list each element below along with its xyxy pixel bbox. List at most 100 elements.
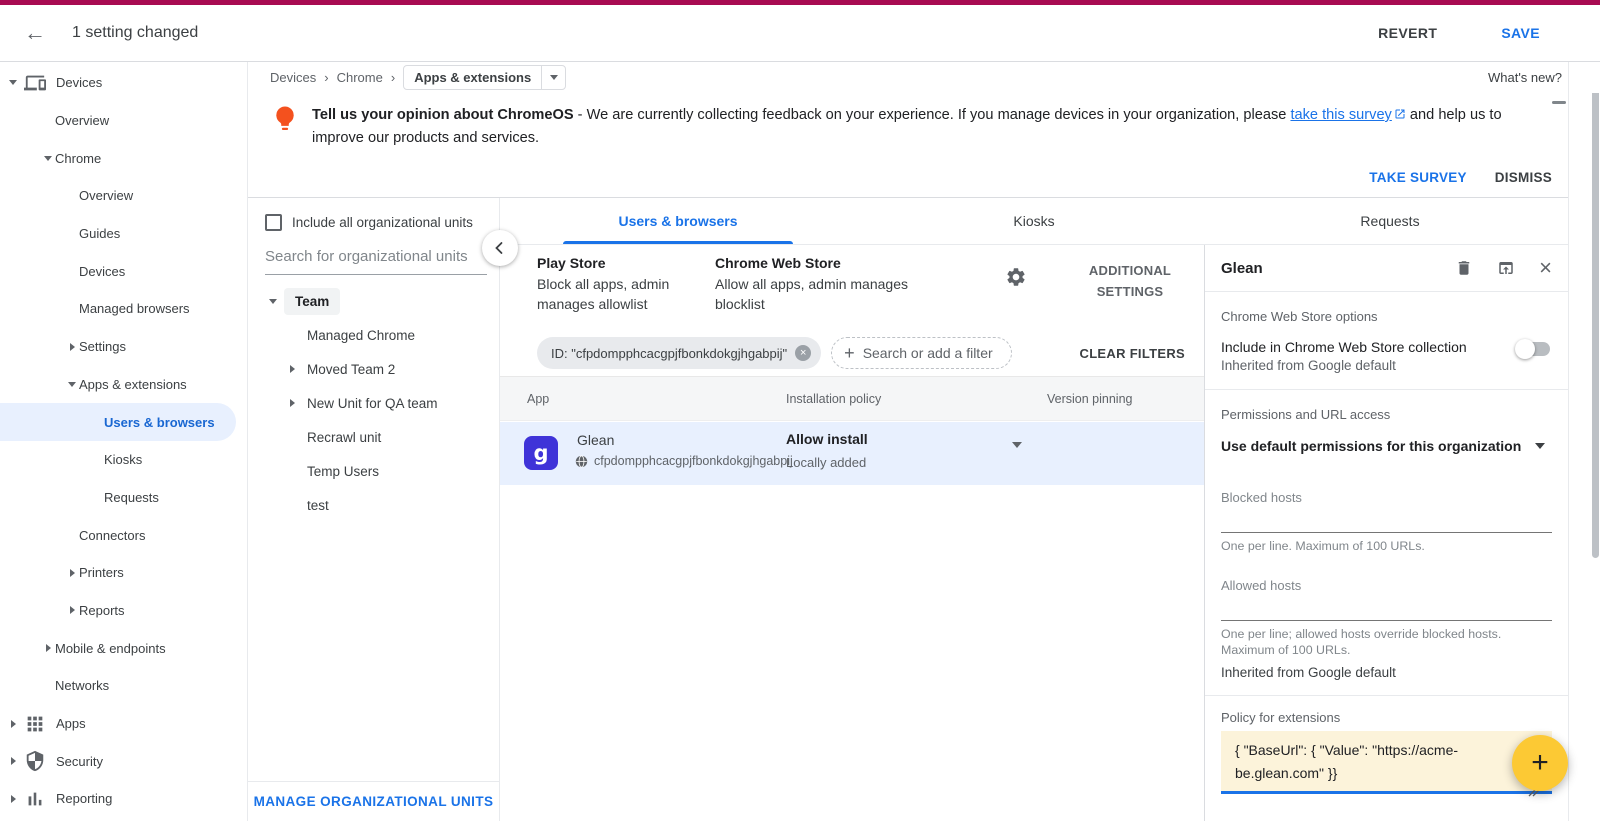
- apps-icon: [24, 713, 46, 735]
- sidebar-item-overview[interactable]: Overview: [0, 102, 247, 140]
- open-in-new-window-icon[interactable]: [1497, 259, 1515, 277]
- sidebar-item-label: Security: [56, 753, 103, 769]
- sidebar-item-settings[interactable]: Settings: [0, 328, 247, 366]
- divider: [1205, 389, 1568, 390]
- tab-users-browsers[interactable]: Users & browsers: [500, 198, 856, 244]
- sidebar-item-apps[interactable]: Apps: [0, 705, 247, 743]
- sidebar-item-overview[interactable]: Overview: [0, 177, 247, 215]
- app-detail-panel: Glean × Chrome Web Store options Include…: [1204, 245, 1568, 821]
- survey-banner: Tell us your opinion about ChromeOS - We…: [248, 93, 1568, 197]
- tab-label: Users & browsers: [618, 213, 738, 229]
- breadcrumb-caret-cell[interactable]: [541, 66, 565, 89]
- sidebar-item-reports[interactable]: Reports: [0, 592, 247, 630]
- org-unit-new-unit-for-qa-team[interactable]: New Unit for QA team: [248, 386, 499, 420]
- breadcrumb-devices[interactable]: Devices: [270, 70, 316, 85]
- caret-down-icon[interactable]: [264, 299, 282, 304]
- sidebar-item-label: Overview: [55, 113, 110, 129]
- tab-kiosks[interactable]: Kiosks: [856, 198, 1212, 244]
- org-unit-recrawl-unit[interactable]: Recrawl unit: [248, 420, 499, 454]
- trash-icon[interactable]: [1455, 259, 1473, 277]
- allowed-hosts-input[interactable]: [1221, 595, 1552, 621]
- sidebar-item-mobile-endpoints[interactable]: Mobile & endpoints: [0, 629, 247, 667]
- org-units-search-input[interactable]: [265, 248, 487, 275]
- add-filter-button[interactable]: + Search or add a filter: [831, 337, 1012, 369]
- sidebar-item-label: Reporting: [56, 791, 113, 807]
- whats-new-link[interactable]: What's new?: [1488, 70, 1562, 85]
- org-unit-moved-team-2[interactable]: Moved Team 2: [248, 352, 499, 386]
- caret-right-icon[interactable]: [65, 569, 79, 577]
- org-unit-temp-users[interactable]: Temp Users: [248, 454, 499, 488]
- revert-button[interactable]: REVERT: [1378, 25, 1437, 41]
- caret-down-icon[interactable]: [65, 382, 79, 387]
- take-this-survey-link[interactable]: take this survey: [1290, 107, 1391, 123]
- chrome-web-store-title: Chrome Web Store: [715, 255, 841, 271]
- sidebar-item-kiosks[interactable]: Kiosks: [0, 441, 247, 479]
- tab-requests[interactable]: Requests: [1212, 198, 1568, 244]
- chevron-down-icon: [549, 75, 558, 80]
- play-store-setting[interactable]: Play Store Block all apps, admin manages…: [537, 253, 709, 314]
- caret-right-icon[interactable]: [65, 343, 79, 351]
- caret-right-icon[interactable]: [65, 606, 79, 614]
- sidebar-item-networks[interactable]: Networks: [0, 667, 247, 705]
- breadcrumb-chrome[interactable]: Chrome: [337, 70, 383, 85]
- sidebar-item-chrome[interactable]: Chrome: [0, 139, 247, 177]
- caret-right-icon[interactable]: [6, 757, 20, 765]
- sidebar-item-devices[interactable]: Devices: [0, 252, 247, 290]
- org-unit-managed-chrome[interactable]: Managed Chrome: [248, 318, 499, 352]
- include-all-org-units-checkbox[interactable]: Include all organizational units: [265, 214, 499, 231]
- gear-icon[interactable]: [1005, 266, 1027, 288]
- chrome-web-store-setting[interactable]: Chrome Web Store Allow all apps, admin m…: [715, 253, 910, 314]
- policy-for-extensions-input[interactable]: { "BaseUrl": { "Value": "https://acme-be…: [1221, 731, 1552, 794]
- id-filter-chip[interactable]: ID: "cfpdompphcacgpjfbonkdokgjhgabpij" ×: [537, 337, 822, 369]
- active-tab-indicator: [563, 241, 793, 244]
- table-row-glean[interactable]: g Glean cfpdompphcacgpjfbonkdokgjhgabpij…: [500, 422, 1204, 485]
- sidebar-item-guides[interactable]: Guides: [0, 215, 247, 253]
- save-button[interactable]: SAVE: [1501, 25, 1540, 41]
- sidebar-item-devices[interactable]: Devices: [0, 64, 247, 102]
- sidebar-item-connectors[interactable]: Connectors: [0, 516, 247, 554]
- dismiss-button[interactable]: DISMISS: [1495, 170, 1552, 185]
- sidebar-item-apps-extensions[interactable]: Apps & extensions: [0, 366, 247, 404]
- checkbox-icon[interactable]: [265, 214, 282, 231]
- org-unit-team[interactable]: Team: [248, 284, 499, 318]
- caret-right-icon[interactable]: [6, 720, 20, 728]
- sidebar-item-label: Apps: [56, 716, 86, 732]
- close-icon[interactable]: ×: [1539, 257, 1552, 279]
- sidebar-item-requests[interactable]: Requests: [0, 479, 247, 517]
- breadcrumb-current-dropdown[interactable]: Apps & extensions: [403, 65, 567, 90]
- clear-filters-button[interactable]: CLEAR FILTERS: [1080, 346, 1186, 361]
- permissions-dropdown[interactable]: Use default permissions for this organiz…: [1221, 438, 1552, 454]
- caret-right-icon[interactable]: [283, 365, 301, 373]
- caret-down-icon[interactable]: [41, 156, 55, 161]
- sidebar-scrollbar[interactable]: [1592, 86, 1599, 558]
- manage-org-units-link[interactable]: MANAGE ORGANIZATIONAL UNITS: [254, 794, 494, 809]
- caret-right-icon[interactable]: [283, 399, 301, 407]
- sidebar-item-users-browsers[interactable]: Users & browsers: [0, 403, 236, 441]
- additional-settings-button[interactable]: ADDITIONAL SETTINGS: [1056, 260, 1204, 302]
- hosts-inherited-label: Inherited from Google default: [1221, 665, 1396, 680]
- caret-right-icon[interactable]: [6, 795, 20, 803]
- sidebar-item-security[interactable]: Security: [0, 742, 247, 780]
- survey-banner-title: Tell us your opinion about ChromeOS: [312, 107, 574, 123]
- cws-collection-toggle[interactable]: [1515, 339, 1552, 359]
- content-scrollbar[interactable]: [1552, 101, 1566, 104]
- sidebar-item-reporting[interactable]: Reporting: [0, 780, 247, 818]
- sidebar-item-printers[interactable]: Printers: [0, 554, 247, 592]
- blocked-hosts-input[interactable]: [1221, 507, 1552, 533]
- org-unit-label: test: [307, 497, 329, 513]
- table-header: App Installation policy Version pinning: [500, 376, 1204, 421]
- take-survey-button[interactable]: TAKE SURVEY: [1369, 170, 1467, 185]
- back-arrow-icon[interactable]: ←: [24, 22, 46, 44]
- policy-dropdown-icon[interactable]: [1012, 442, 1022, 448]
- sidebar-item-managed-browsers[interactable]: Managed browsers: [0, 290, 247, 328]
- remove-filter-icon[interactable]: ×: [795, 345, 812, 361]
- org-unit-label: Recrawl unit: [307, 429, 382, 445]
- org-unit-label: Moved Team 2: [307, 361, 396, 377]
- collapse-panel-button[interactable]: [482, 230, 518, 266]
- tab-label: Kiosks: [1013, 213, 1055, 229]
- caret-down-icon[interactable]: [6, 80, 20, 85]
- cws-options-label: Chrome Web Store options: [1221, 309, 1378, 324]
- caret-right-icon[interactable]: [41, 644, 55, 652]
- add-app-fab[interactable]: +: [1512, 735, 1568, 791]
- org-unit-test[interactable]: test: [248, 488, 499, 522]
